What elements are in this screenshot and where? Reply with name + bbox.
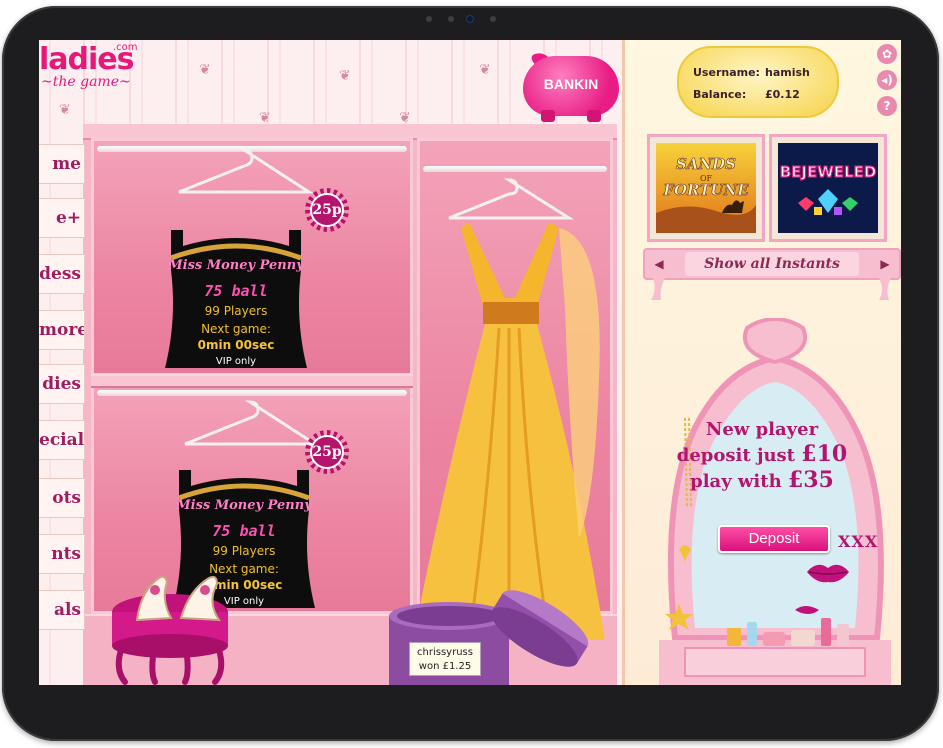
logo-tagline: ~the game~ (41, 74, 131, 90)
sound-icon[interactable]: ◂) (877, 70, 897, 90)
bejeweled-art: BEJEWELED (778, 143, 878, 233)
sensor-icon (425, 16, 432, 22)
room-access: VIP only (215, 356, 257, 367)
arrow-right-icon[interactable]: ▶ (875, 254, 895, 274)
svg-text:BEJEWELED: BEJEWELED (780, 163, 877, 181)
price-label: 25p (310, 435, 344, 469)
camera-icon (465, 15, 474, 23)
right-panel: Username: hamish Balance: £0.12 ✿ ◂) ? S… (622, 40, 901, 685)
pig-leg (587, 110, 601, 122)
settings-icon[interactable]: ✿ (877, 44, 897, 64)
room-name: Miss Money Penny (168, 258, 304, 273)
help-icon[interactable]: ? (877, 96, 897, 116)
game-tile-bejeweled[interactable]: BEJEWELED (769, 134, 887, 242)
wardrobe-shelf (91, 374, 413, 388)
bankin-label: BANKIN (543, 76, 599, 92)
next-game-timer: 0min 00sec (197, 338, 275, 352)
next-game-label: Next game: (201, 322, 271, 336)
fleur-icon: ❦ (479, 62, 491, 78)
lips-icon (807, 564, 849, 583)
hanging-rail (423, 166, 607, 172)
username-row: Username: hamish (693, 66, 810, 79)
sensor-icon (489, 16, 496, 22)
game-screen: ❦ ❦ ❦ ❦ ❦ ❦ ladies .com ~the game~ BANKI… (39, 40, 901, 685)
show-all-instants-button[interactable]: Show all Instants (685, 252, 859, 276)
bankin-button[interactable]: BANKIN (523, 49, 619, 122)
nav-tab[interactable]: ecials (39, 420, 85, 460)
nav-tab[interactable]: dess (39, 254, 85, 294)
pig-leg (541, 110, 555, 122)
promo-text: New player deposit just £10 play with £3… (662, 418, 862, 494)
nav-tab[interactable]: ots (39, 478, 85, 518)
svg-text:SANDS: SANDS (676, 155, 736, 173)
room-players: 99 Players (212, 544, 276, 558)
sensor-icon (447, 16, 454, 22)
promo-line: deposit just £10 (676, 441, 848, 467)
shelf-legs (651, 278, 891, 300)
price-badge: 25p (305, 430, 349, 474)
balance-row: Balance: £0.12 (693, 88, 800, 101)
nav-tab[interactable]: more (39, 310, 85, 350)
kisses-text: XXX (838, 532, 879, 551)
user-info-box: Username: hamish Balance: £0.12 (677, 46, 839, 118)
instants-bar: ◀ Show all Instants ▶ (643, 248, 901, 280)
nav-tab[interactable]: e+ (39, 198, 85, 238)
game-tile-sands-of-fortune[interactable]: SANDS OF FORTUNE (647, 134, 765, 242)
fleur-icon: ❦ (199, 62, 211, 78)
nav-tab[interactable]: als (39, 590, 85, 630)
shoes-icon (135, 575, 221, 622)
room-players: 99 Players (204, 304, 268, 318)
fleur-icon: ❦ (59, 102, 71, 118)
hanger-icon (175, 396, 325, 452)
room-name: Miss Money Penny (176, 498, 312, 513)
mirror-icon (659, 318, 891, 685)
camera-bar (406, 13, 536, 25)
logo-domain: .com (113, 42, 138, 53)
price-badge: 25p (305, 188, 349, 232)
nav-tab[interactable]: nts (39, 534, 85, 574)
nav-tab[interactable]: me (39, 144, 85, 184)
balance-value: £0.12 (765, 88, 800, 101)
winner-amount: won £1.25 (418, 661, 472, 672)
promo-line: New player (705, 419, 819, 440)
balance-label: Balance: (693, 88, 747, 101)
username-label: Username: (693, 66, 760, 79)
deposit-button[interactable]: Deposit (718, 525, 830, 553)
nav-tab[interactable]: dies (39, 364, 85, 404)
svg-text:FORTUNE: FORTUNE (662, 181, 749, 199)
username-value: hamish (765, 66, 810, 79)
price-label: 25p (310, 193, 344, 227)
sands-of-fortune-art: SANDS OF FORTUNE (656, 143, 756, 233)
fleur-icon: ❦ (339, 68, 351, 84)
winner-name: chrissyruss (417, 647, 473, 658)
arrow-left-icon[interactable]: ◀ (649, 254, 669, 274)
room-type: 75 ball (204, 282, 268, 300)
room-card[interactable]: Miss Money Penny 75 ball 99 Players Next… (161, 230, 311, 368)
hanger-icon (169, 144, 319, 200)
room-type: 75 ball (212, 522, 276, 540)
promo-line: play with £35 (690, 467, 834, 493)
winner-card: chrissyruss won £1.25 (409, 642, 481, 676)
